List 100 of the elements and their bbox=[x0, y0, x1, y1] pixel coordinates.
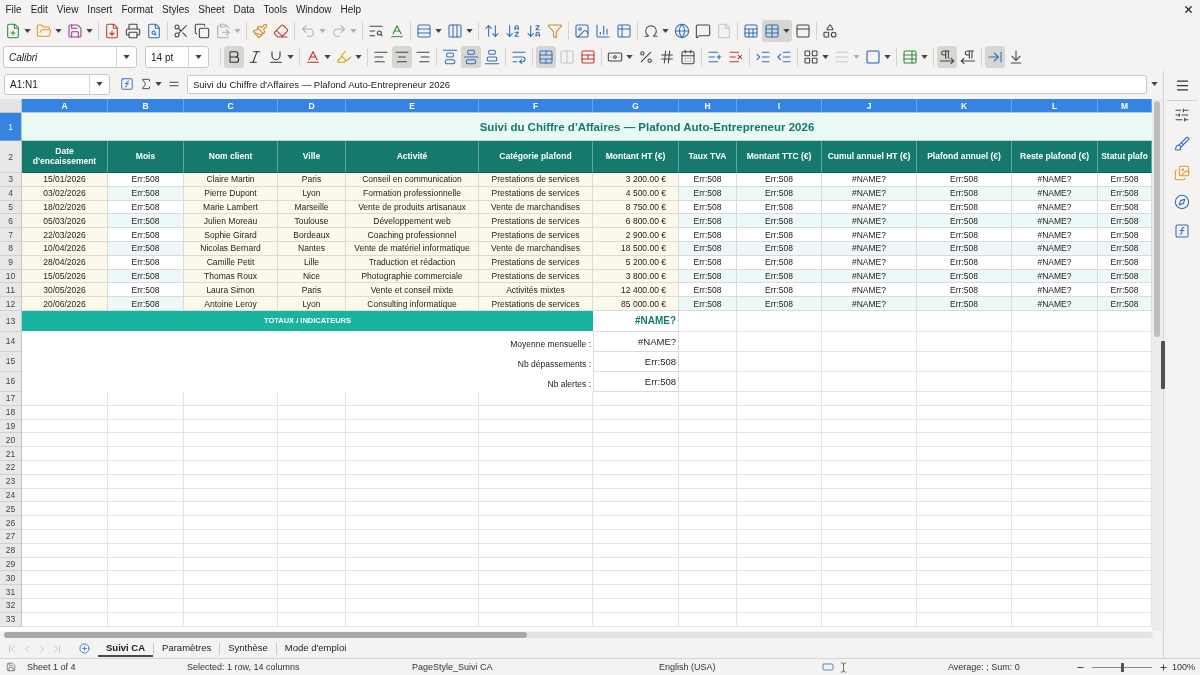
sheet-tab[interactable]: Mode d'emploi bbox=[276, 640, 355, 657]
selection-info: Selected: 1 row, 14 columns bbox=[187, 662, 300, 672]
table-cell: Err:508 bbox=[917, 173, 1012, 187]
empty-cell bbox=[679, 516, 737, 530]
text-cursor-icon[interactable] bbox=[838, 661, 849, 673]
language[interactable]: English (USA) bbox=[659, 662, 716, 672]
menu-item[interactable]: Insert bbox=[82, 0, 117, 18]
row-header[interactable]: 26 bbox=[0, 516, 22, 530]
column-header[interactable]: G bbox=[593, 99, 679, 113]
add-sheet-button[interactable] bbox=[78, 642, 90, 655]
name-box[interactable]: A1:N1 bbox=[4, 73, 110, 95]
row-header[interactable]: 12 bbox=[0, 297, 22, 311]
column-header[interactable]: M bbox=[1098, 99, 1152, 113]
font-size-field[interactable]: 14 pt bbox=[145, 46, 209, 68]
menu-item[interactable]: Window bbox=[291, 0, 336, 18]
rectangle-icon[interactable] bbox=[822, 661, 834, 673]
caret-icon bbox=[96, 82, 103, 86]
align-middle-icon bbox=[463, 49, 479, 65]
column-header[interactable]: J bbox=[822, 99, 917, 113]
arrow-right-to-line-icon bbox=[987, 49, 1003, 65]
images-icon bbox=[1174, 165, 1190, 181]
underline-icon bbox=[268, 49, 284, 65]
table-button[interactable] bbox=[762, 19, 792, 42]
align-right-icon bbox=[415, 49, 431, 65]
arrow-right-to-line-button[interactable] bbox=[985, 46, 1005, 68]
font-name-field[interactable]: Calibri bbox=[3, 46, 137, 68]
row-header[interactable]: 20 bbox=[0, 433, 22, 448]
column-header[interactable]: K bbox=[917, 99, 1012, 113]
scrollbar-thumb[interactable] bbox=[4, 632, 527, 638]
column-header[interactable]: F bbox=[479, 99, 593, 113]
menu-item[interactable]: View bbox=[52, 0, 83, 18]
row-header[interactable]: 21 bbox=[0, 447, 22, 461]
zoom-slider-thumb[interactable] bbox=[1121, 662, 1124, 672]
table-cell: Consulting informatique bbox=[346, 297, 479, 311]
menu-item[interactable]: Data bbox=[228, 0, 260, 18]
row-header[interactable]: 2 bbox=[0, 141, 22, 173]
bold-button[interactable] bbox=[224, 46, 244, 68]
row-header[interactable]: 7 bbox=[0, 228, 22, 242]
indicator-label: Nb alertes : bbox=[547, 378, 591, 389]
column-header[interactable]: B bbox=[108, 99, 184, 113]
redo-icon bbox=[331, 22, 347, 39]
sheet-tab[interactable]: Synthèse bbox=[220, 640, 276, 657]
list-plus-icon bbox=[707, 49, 723, 65]
banknote-icon bbox=[607, 49, 623, 65]
align-middle-button[interactable] bbox=[461, 46, 481, 68]
row-header[interactable]: 30 bbox=[0, 571, 22, 586]
row-header[interactable]: 11 bbox=[0, 283, 22, 298]
column-header[interactable]: I bbox=[737, 99, 822, 113]
page-icon bbox=[716, 22, 732, 39]
caret-icon bbox=[24, 28, 31, 33]
indent-decrease-icon bbox=[776, 49, 792, 65]
merge-cells-button[interactable] bbox=[536, 46, 556, 68]
scrollbar-thumb[interactable] bbox=[1154, 101, 1160, 337]
column-header[interactable]: C bbox=[184, 99, 278, 113]
menu-item[interactable]: File bbox=[1, 0, 27, 18]
new-document-icon bbox=[5, 22, 21, 39]
row-header[interactable]: 13 bbox=[0, 310, 22, 332]
arrow-down-to-line-icon bbox=[1008, 49, 1024, 65]
columns-icon bbox=[447, 22, 463, 39]
indicator-value: Err:508 bbox=[593, 351, 679, 372]
column-heading: Date d'encaissement bbox=[22, 141, 108, 173]
sidebar-handle[interactable] bbox=[1161, 341, 1165, 389]
table-cell: Err:508 bbox=[108, 173, 184, 187]
percent-icon bbox=[638, 49, 654, 65]
align-center-button[interactable] bbox=[392, 46, 412, 68]
menu-item[interactable]: Help bbox=[336, 0, 366, 18]
menu-item[interactable]: Sheet bbox=[193, 0, 229, 18]
row-header[interactable]: 16 bbox=[0, 371, 22, 392]
column-header[interactable]: L bbox=[1012, 99, 1098, 113]
row-header[interactable]: 25 bbox=[0, 502, 22, 517]
menu-item[interactable]: Edit bbox=[26, 0, 53, 18]
table-cell: Conseil en communication bbox=[346, 173, 479, 187]
empty-cell bbox=[679, 612, 737, 627]
row-header[interactable]: 6 bbox=[0, 214, 22, 229]
table-cell: 30/05/2026 bbox=[22, 283, 108, 298]
plus-icon[interactable] bbox=[1159, 662, 1168, 672]
horizontal-scrollbar[interactable] bbox=[4, 632, 1153, 638]
table-cell: Julien Moreau bbox=[184, 214, 278, 229]
row-header[interactable]: 31 bbox=[0, 585, 22, 599]
row-header[interactable]: 1 bbox=[0, 113, 22, 141]
column-header[interactable]: E bbox=[346, 99, 479, 113]
menu-item[interactable]: Format bbox=[116, 0, 158, 18]
compass-icon bbox=[1174, 194, 1190, 210]
sheet-tab[interactable]: Paramètres bbox=[154, 640, 220, 657]
pilcrow-right-button[interactable] bbox=[937, 46, 957, 68]
formula-input[interactable]: Suivi du Chiffre d'Affaires — Plafond Auto-Entrepreneur 2026 bbox=[187, 74, 1147, 94]
row-header[interactable]: 15 bbox=[0, 351, 22, 372]
sheet-tab[interactable]: Suivi CA bbox=[98, 640, 154, 657]
empty-cell bbox=[679, 433, 737, 448]
row-header[interactable]: 14 bbox=[0, 331, 22, 352]
vertical-scrollbar[interactable] bbox=[1152, 99, 1162, 631]
column-header[interactable]: A bbox=[22, 99, 108, 113]
row-header[interactable]: 3 bbox=[0, 173, 22, 187]
menu-item[interactable]: Tools bbox=[259, 0, 292, 18]
empty-cell bbox=[679, 447, 737, 461]
menu-item[interactable]: Styles bbox=[157, 0, 194, 18]
scissors-icon bbox=[173, 22, 189, 39]
column-header[interactable]: H bbox=[679, 99, 737, 113]
column-header[interactable]: D bbox=[278, 99, 346, 113]
empty-cell bbox=[278, 405, 346, 420]
